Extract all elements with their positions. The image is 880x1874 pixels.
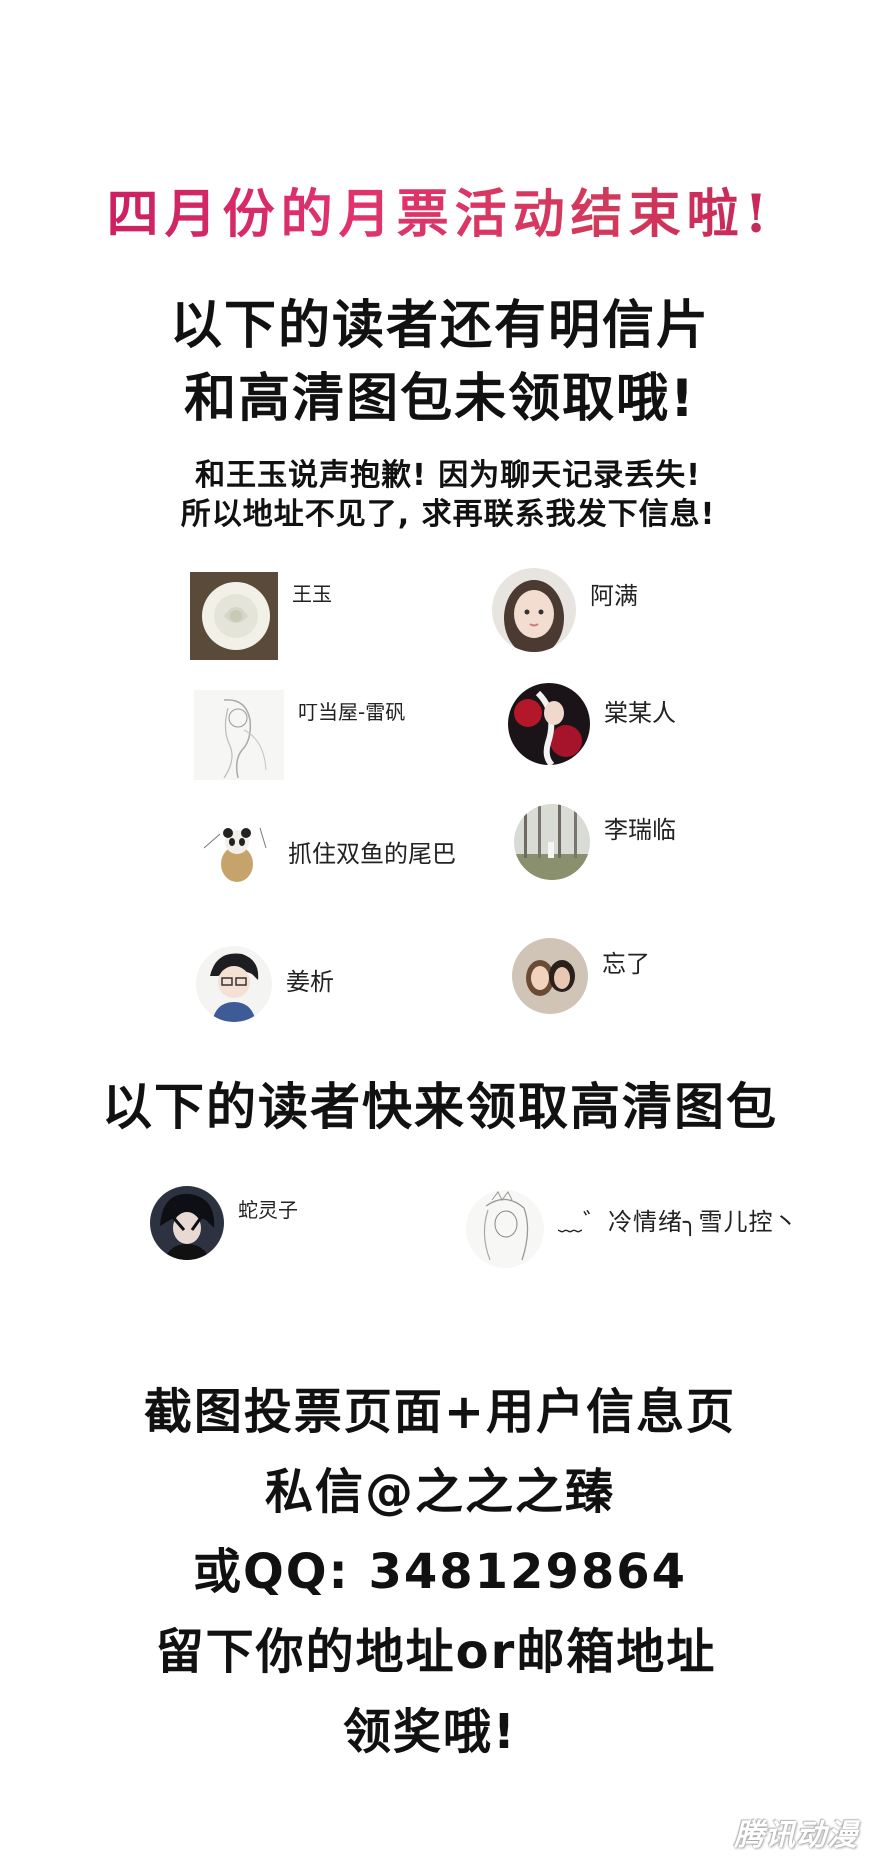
user-name: 蛇灵子 [238, 1198, 298, 1222]
headline-line-1: 以下的读者还有明信片 [169, 296, 710, 356]
user-name: 叮当屋-雷矾 [298, 700, 406, 724]
sketch-girl-avatar-icon [466, 1190, 544, 1268]
user-entry-lengqingxu: ﹏゛冷情绪╮雪儿控丶 [466, 1190, 798, 1268]
instruction-line-4: 留下你的地址or邮箱地址 [155, 1624, 717, 1680]
sketch-figure-avatar-icon [194, 690, 284, 780]
headline-line-2: 和高清图包未领取哦! [184, 369, 696, 429]
user-name: 抓住双鱼的尾巴 [288, 840, 456, 868]
anime-red-black-avatar-icon [508, 683, 590, 765]
user-entry-liruilin: 李瑞临 [514, 804, 676, 880]
apology-note-2: 所以地址不见了, 求再联系我发下信息! [180, 497, 716, 532]
user-name: 棠某人 [604, 699, 676, 727]
user-entry-shelingzi: 蛇灵子 [150, 1186, 298, 1260]
user-name: ﹏゛冷情绪╮雪儿控丶 [558, 1208, 799, 1236]
tencent-comic-watermark: 腾讯动漫 [734, 1818, 858, 1853]
user-entry-aman: 阿满 [492, 568, 638, 652]
white-rose-avatar-icon [190, 572, 278, 660]
apology-note-1: 和王玉说声抱歉! 因为聊天记录丢失! [195, 458, 701, 493]
user-name: 忘了 [602, 950, 650, 978]
instruction-line-1: 截图投票页面+用户信息页 [143, 1384, 737, 1440]
panda-avatar-icon [200, 818, 274, 892]
user-entry-wangle: 忘了 [512, 938, 650, 1014]
page-title: 四月份的月票活动结束啦! [0, 172, 880, 247]
instruction-line-3: 或QQ: 348129864 [192, 1544, 688, 1600]
dark-hair-boy-avatar-icon [150, 1186, 224, 1260]
user-name: 阿满 [590, 582, 638, 610]
user-name: 姜析 [286, 968, 334, 996]
user-name: 王玉 [292, 582, 332, 606]
user-entry-zhuazhushuangyu: 抓住双鱼的尾巴 [200, 818, 456, 892]
user-entry-jiangxi: 姜析 [196, 946, 334, 1022]
trees-avatar-icon [514, 804, 590, 880]
user-entry-tangmouren: 棠某人 [508, 683, 676, 765]
section-heading: 以下的读者快来领取高清图包 [102, 1078, 778, 1136]
instruction-line-2: 私信@之之之臻 [264, 1464, 615, 1520]
girl-portrait-avatar-icon [492, 568, 576, 652]
user-entry-dingdangwu: 叮当屋-雷矾 [194, 690, 405, 780]
instruction-line-5: 领奖哦! [343, 1704, 517, 1760]
user-name: 李瑞临 [604, 816, 676, 844]
anime-boy-avatar-icon [196, 946, 272, 1022]
couple-avatar-icon [512, 938, 588, 1014]
user-entry-wangyu: 王玉 [190, 572, 332, 660]
